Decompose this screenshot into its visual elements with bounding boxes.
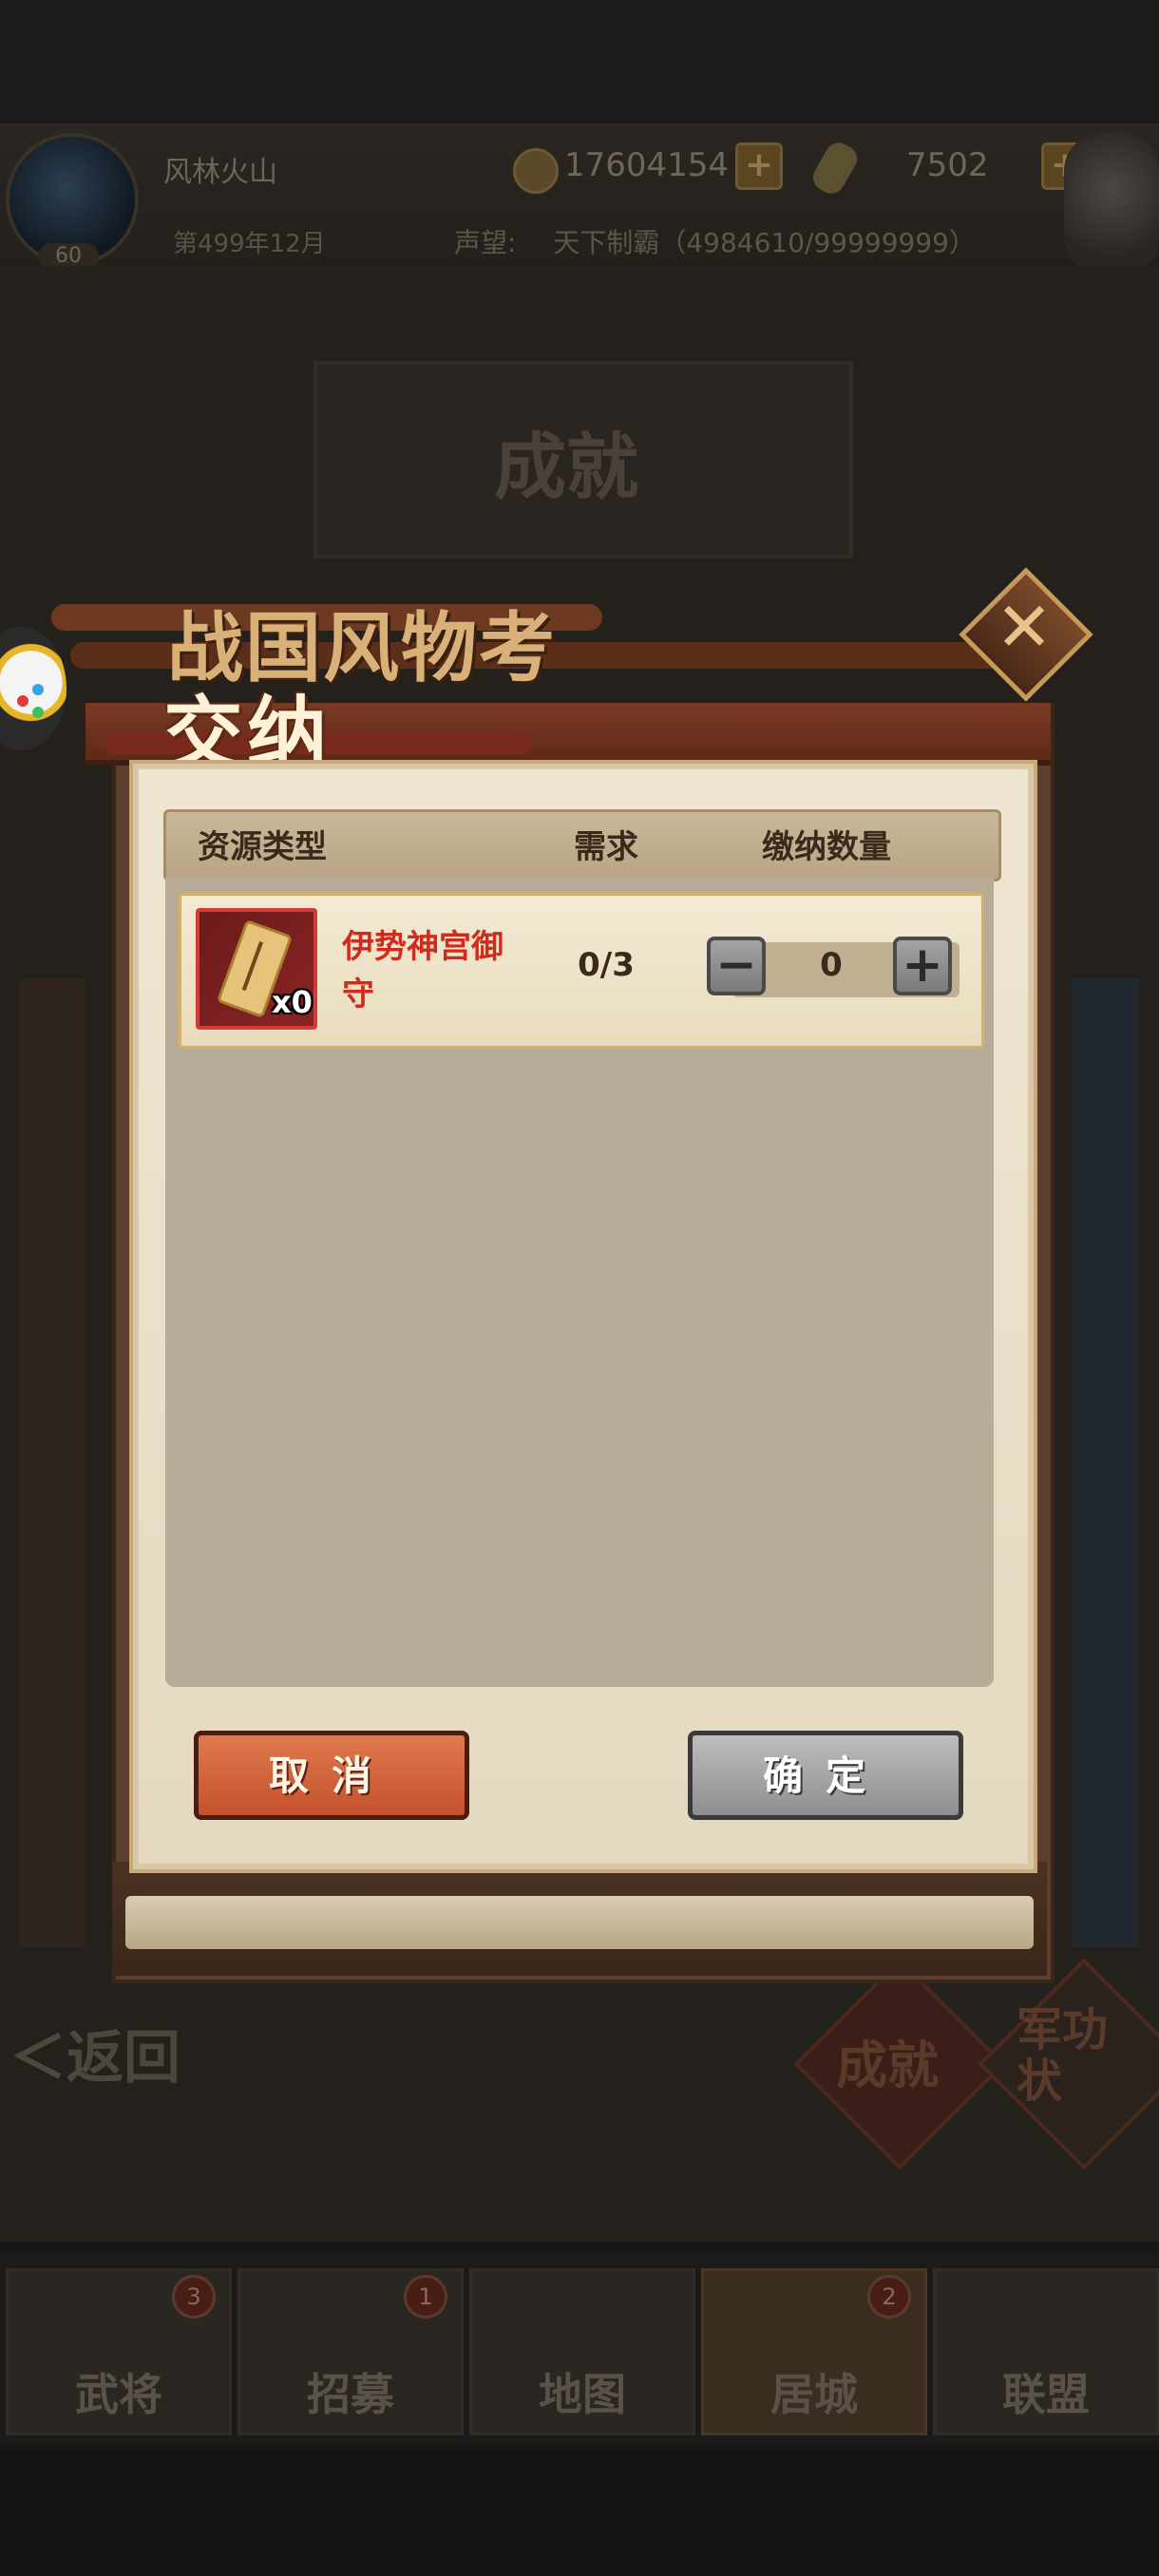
gold-amount: 17604154: [564, 146, 730, 184]
background-pillar-right: [1072, 978, 1138, 1947]
decrease-button[interactable]: −: [707, 937, 766, 995]
nav-badge: 3: [172, 2275, 216, 2319]
nav-label: 武将: [75, 2369, 162, 2420]
nav-label: 联盟: [1002, 2369, 1090, 2420]
col-amount: 缴纳数量: [762, 828, 891, 866]
nav-label: 招募: [307, 2369, 394, 2420]
item-owned-count: x0: [272, 984, 313, 1020]
nav-label: 地图: [539, 2369, 626, 2420]
dot-red-icon: [17, 695, 28, 707]
dot-green-icon: [32, 707, 44, 718]
nav-map[interactable]: 地图: [469, 2268, 695, 2435]
item-name: 伊势神宫御守: [342, 928, 504, 1013]
blossom-decoration-icon: [1064, 133, 1159, 275]
col-required: 需求: [574, 828, 638, 866]
nav-generals[interactable]: 3 武将: [6, 2268, 232, 2435]
quantity-value[interactable]: 0: [798, 946, 864, 984]
add-gold-button[interactable]: +: [735, 142, 783, 190]
fame-value: 天下制霸（4984610/99999999）: [553, 227, 976, 258]
fame-row: 声望: 天下制霸（4984610/99999999）: [454, 222, 976, 260]
back-button[interactable]: ＜返回: [10, 2012, 180, 2094]
tab-achievement-label: 成就: [836, 2035, 939, 2095]
player-name: 风林火山: [163, 156, 277, 189]
background-pillar-left: [19, 978, 86, 1947]
close-x-icon[interactable]: ✕: [988, 589, 1060, 665]
confirm-button[interactable]: 确定: [688, 1731, 963, 1820]
nav-alliance[interactable]: 联盟: [933, 2268, 1159, 2435]
screen-title: 成就: [494, 425, 638, 509]
jade-amount: 7502: [906, 146, 989, 184]
fame-label: 声望:: [454, 227, 517, 258]
col-resource-type: 资源类型: [198, 828, 327, 866]
nav-label: 居城: [770, 2369, 858, 2420]
item-required: 0/3: [578, 946, 635, 984]
increase-button[interactable]: +: [893, 937, 952, 995]
gold-coin-icon: [513, 148, 559, 194]
tab-merit-label: 军功状: [1016, 2003, 1109, 2108]
game-date: 第499年12月: [173, 230, 326, 258]
cancel-button[interactable]: 取消: [194, 1731, 469, 1820]
bottom-strip: [0, 2451, 1159, 2576]
nav-recruit[interactable]: 1 招募: [238, 2268, 464, 2435]
charm-text-line: [241, 941, 263, 992]
nav-castle[interactable]: 2 居城: [701, 2268, 927, 2435]
nav-badge: 1: [404, 2275, 447, 2319]
dot-blue-icon: [32, 684, 44, 695]
nav-badge: 2: [867, 2275, 911, 2319]
scroll-rod: [125, 1896, 1034, 1949]
status-bar-area: [0, 0, 1159, 123]
